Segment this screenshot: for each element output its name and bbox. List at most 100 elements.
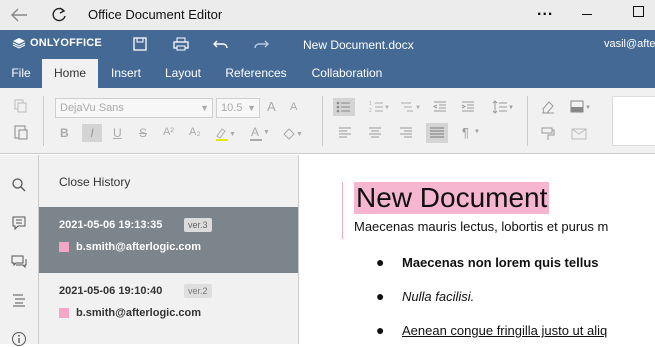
history-author: b.smith@afterlogic.com — [76, 307, 202, 319]
bullet-marker: ● — [376, 288, 385, 304]
numbered-list-icon[interactable]: 1 2 ▼ — [368, 99, 390, 115]
svg-text:2: 2 — [369, 108, 372, 114]
tab-references[interactable]: References — [212, 59, 300, 88]
document-heading: New Document — [354, 182, 550, 214]
toolbar-divider — [322, 96, 323, 146]
align-right-icon[interactable] — [398, 126, 414, 142]
tab-file[interactable]: File — [0, 59, 42, 88]
svg-text:▼: ▼ — [508, 105, 514, 111]
paragraph-marks-button[interactable]: ¶ — [462, 125, 469, 140]
bullet-text: Aenean congue fringilla justo ut aliq — [402, 323, 608, 338]
close-history-button[interactable]: Close History — [59, 175, 130, 189]
svg-text:▼: ▼ — [263, 129, 270, 136]
maximize-button[interactable] — [633, 6, 644, 17]
mail-merge-icon[interactable] — [571, 126, 587, 142]
increase-font-icon[interactable]: A — [267, 99, 276, 114]
history-date: 2021-05-06 19:13:35 — [59, 219, 163, 231]
font-color-letter: A — [251, 125, 260, 139]
bullet-list-icon[interactable] — [333, 98, 355, 116]
decrease-font-icon[interactable]: A — [290, 101, 297, 113]
home-toolbar: DejaVu Sans ▼ 10.5 ▼ A A B I U S A² A₂ ▼… — [0, 88, 655, 154]
print-icon[interactable] — [173, 37, 189, 51]
author-color-swatch — [59, 242, 69, 252]
bullet-marker: ● — [376, 322, 385, 338]
subscript-button[interactable]: A₂ — [189, 126, 201, 138]
font-size-value: 10.5 — [221, 102, 243, 114]
svg-text:▼: ▼ — [229, 131, 236, 138]
history-author: b.smith@afterlogic.com — [76, 241, 202, 253]
window-title: Office Document Editor — [88, 7, 223, 22]
decrease-indent-icon[interactable] — [432, 99, 448, 115]
font-name-value: DejaVu Sans — [60, 102, 124, 114]
version-badge: ver.3 — [184, 218, 212, 232]
main-tabs: File Home Insert Layout References Colla… — [0, 59, 655, 88]
toolbar-divider — [527, 96, 528, 146]
back-icon[interactable] — [10, 7, 28, 23]
author-color-swatch — [59, 308, 69, 318]
info-icon[interactable] — [11, 331, 27, 347]
bullet-text: Nulla facilisi. — [402, 289, 475, 304]
svg-text:▼: ▼ — [415, 105, 421, 111]
search-icon[interactable] — [11, 177, 27, 193]
version-history-panel: Close History 2021-05-06 19:13:35 ver.3 … — [39, 155, 299, 344]
svg-text:▼: ▼ — [296, 131, 303, 138]
underline-button[interactable]: U — [113, 126, 122, 140]
justify-icon[interactable] — [426, 123, 448, 143]
shading-icon[interactable]: ▼ — [570, 99, 591, 115]
highlight-color-icon[interactable]: ▼ — [214, 126, 236, 142]
history-item[interactable]: 2021-05-06 19:13:35 ver.3 b.smith@afterl… — [39, 207, 298, 273]
document-canvas[interactable]: New Document Maecenas mauris lectus, lob… — [299, 155, 655, 344]
tab-layout[interactable]: Layout — [154, 59, 212, 88]
history-item[interactable]: 2021-05-06 19:10:40 ver.2 b.smith@afterl… — [39, 273, 298, 339]
undo-icon[interactable] — [213, 39, 229, 49]
styles-gallery[interactable] — [612, 96, 655, 146]
svg-text:▼: ▼ — [384, 105, 390, 111]
redo-icon[interactable] — [253, 39, 269, 49]
font-name-select[interactable]: DejaVu Sans ▼ — [55, 98, 213, 118]
copy-style-icon[interactable] — [540, 126, 556, 142]
bold-button[interactable]: B — [60, 126, 69, 140]
brand-name: ONLYOFFICE — [30, 37, 102, 49]
more-menu-button[interactable]: ... — [537, 2, 553, 20]
bullet-marker: ● — [376, 254, 385, 270]
tab-collaboration[interactable]: Collaboration — [300, 59, 394, 88]
app-header: ONLYOFFICE New Document.docx vasil@afte — [0, 30, 655, 59]
tab-insert[interactable]: Insert — [98, 59, 154, 88]
paste-icon[interactable] — [13, 124, 29, 140]
svg-text:▼: ▼ — [585, 105, 591, 111]
chat-icon[interactable] — [11, 254, 27, 270]
onlyoffice-logo: ONLYOFFICE — [12, 37, 102, 49]
increase-indent-icon[interactable] — [460, 99, 476, 115]
align-left-icon[interactable] — [337, 126, 353, 142]
document-name: New Document.docx — [303, 38, 414, 52]
font-size-select[interactable]: 10.5 ▼ — [216, 98, 260, 118]
copy-icon[interactable] — [13, 98, 29, 114]
align-center-icon[interactable] — [367, 126, 383, 142]
svg-text:1: 1 — [369, 101, 372, 107]
navigation-icon[interactable] — [11, 292, 27, 308]
user-name[interactable]: vasil@afte — [604, 38, 655, 50]
window-titlebar: Office Document Editor ... — [0, 0, 655, 30]
save-icon[interactable] — [133, 37, 147, 51]
minimize-button[interactable] — [582, 14, 592, 15]
superscript-button[interactable]: A² — [163, 126, 174, 138]
strikethrough-button[interactable]: S — [139, 126, 147, 140]
italic-button[interactable]: I — [82, 124, 102, 142]
paragraph-fill-icon[interactable]: ▼ — [281, 126, 303, 142]
chevron-down-icon: ▼ — [474, 129, 480, 135]
toolbar-divider — [43, 96, 44, 146]
document-paragraph: Maecenas mauris lectus, lobortis et puru… — [354, 219, 609, 234]
bullet-text: Maecenas non lorem quis tellus — [402, 255, 599, 270]
left-rail — [0, 155, 39, 347]
history-date: 2021-05-06 19:10:40 — [59, 285, 163, 297]
refresh-icon[interactable] — [50, 6, 68, 24]
multilevel-list-icon[interactable]: ▼ — [399, 99, 421, 115]
clear-style-icon[interactable] — [540, 99, 556, 115]
comments-icon[interactable] — [11, 215, 27, 231]
tab-home[interactable]: Home — [42, 59, 98, 88]
chevron-down-icon: ▼ — [247, 103, 256, 113]
line-spacing-icon[interactable]: ▼ — [492, 99, 514, 115]
version-badge: ver.2 — [184, 284, 212, 298]
change-marker — [342, 182, 343, 239]
layers-icon — [12, 38, 26, 49]
